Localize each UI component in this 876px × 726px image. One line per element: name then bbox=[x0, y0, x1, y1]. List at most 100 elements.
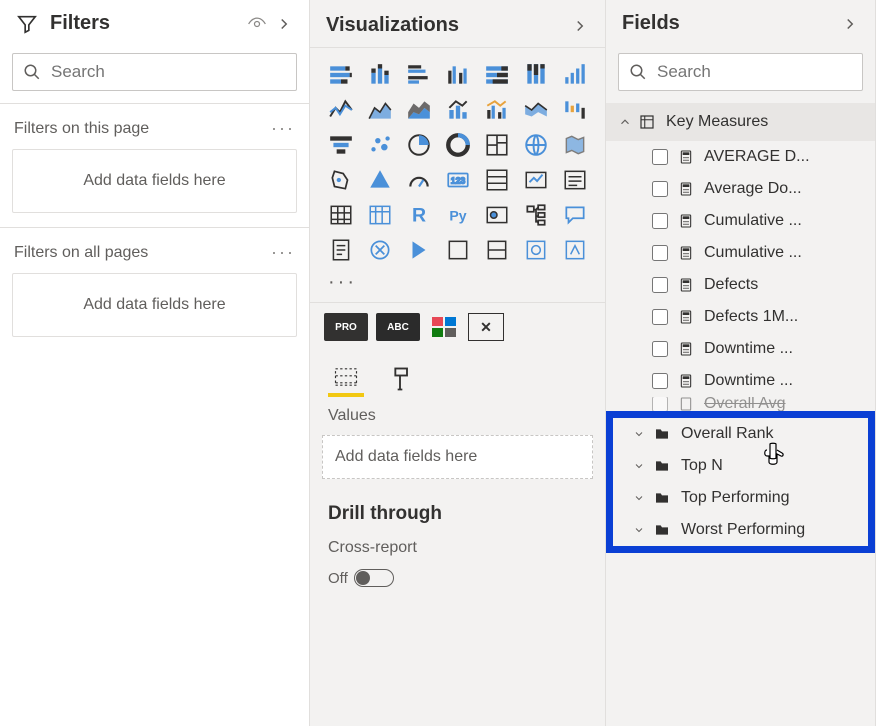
folder-item[interactable]: Top N bbox=[613, 450, 868, 482]
pie-icon[interactable] bbox=[402, 130, 436, 160]
arcgis-icon[interactable] bbox=[363, 235, 397, 265]
viz-more-icon[interactable]: ··· bbox=[310, 269, 605, 302]
viz-title: Visualizations bbox=[326, 14, 563, 37]
area-icon[interactable] bbox=[363, 95, 397, 125]
stacked-bar-100-icon[interactable] bbox=[480, 60, 514, 90]
line-clustered-column-icon[interactable] bbox=[480, 95, 514, 125]
field-item[interactable]: Overall Avg bbox=[606, 397, 875, 411]
field-item[interactable]: AVERAGE D... bbox=[606, 141, 875, 173]
eye-icon[interactable] bbox=[247, 14, 267, 34]
format-tab-icon[interactable] bbox=[382, 361, 418, 397]
field-checkbox[interactable] bbox=[652, 149, 668, 165]
remove-visual-icon[interactable]: ✕ bbox=[468, 313, 504, 341]
field-checkbox[interactable] bbox=[652, 277, 668, 293]
gauge-icon[interactable] bbox=[402, 165, 436, 195]
custom-viz-1-icon[interactable] bbox=[441, 235, 475, 265]
qa-icon[interactable] bbox=[558, 200, 592, 230]
field-item[interactable]: Cumulative ... bbox=[606, 205, 875, 237]
power-apps-icon[interactable] bbox=[402, 235, 436, 265]
filters-this-page-drop[interactable]: Add data fields here bbox=[12, 149, 297, 213]
key-influencers-icon[interactable] bbox=[480, 200, 514, 230]
map-icon[interactable] bbox=[519, 130, 553, 160]
scatter-icon[interactable] bbox=[363, 130, 397, 160]
stacked-bar-icon[interactable] bbox=[324, 60, 358, 90]
stacked-area-icon[interactable] bbox=[402, 95, 436, 125]
field-checkbox[interactable] bbox=[652, 245, 668, 261]
folder-label: Top N bbox=[681, 457, 723, 475]
fields-search-input[interactable] bbox=[657, 62, 876, 82]
field-item[interactable]: Downtime ... bbox=[606, 333, 875, 365]
field-checkbox[interactable] bbox=[652, 341, 668, 357]
custom-viz-4-icon[interactable] bbox=[558, 235, 592, 265]
field-item[interactable]: Defects 1M... bbox=[606, 301, 875, 333]
search-icon bbox=[23, 63, 41, 81]
table-icon bbox=[638, 113, 656, 131]
search-icon bbox=[629, 63, 647, 81]
custom-viz-3-icon[interactable] bbox=[519, 235, 553, 265]
filled-map-icon[interactable] bbox=[558, 130, 592, 160]
stacked-column-icon[interactable] bbox=[363, 60, 397, 90]
folder-item[interactable]: Top Performing bbox=[613, 482, 868, 514]
app-store-icon[interactable] bbox=[428, 313, 460, 341]
table-header[interactable]: Key Measures bbox=[606, 103, 875, 141]
line-icon[interactable] bbox=[324, 95, 358, 125]
field-item[interactable]: Average Do... bbox=[606, 173, 875, 205]
collapse-icon[interactable] bbox=[275, 15, 293, 33]
stacked-column-100-icon[interactable] bbox=[519, 60, 553, 90]
waterfall-icon[interactable] bbox=[558, 95, 592, 125]
field-checkbox[interactable] bbox=[652, 181, 668, 197]
measure-icon bbox=[678, 181, 694, 197]
more-icon[interactable]: ··· bbox=[271, 242, 295, 263]
clustered-column-icon[interactable] bbox=[441, 60, 475, 90]
donut-icon[interactable] bbox=[441, 130, 475, 160]
folder-item[interactable]: Worst Performing bbox=[613, 514, 868, 546]
abc-visual-icon[interactable]: ABC bbox=[376, 313, 420, 341]
funnel-viz-icon[interactable] bbox=[324, 130, 358, 160]
treemap-icon[interactable] bbox=[480, 130, 514, 160]
field-item[interactable]: Defects bbox=[606, 269, 875, 301]
matrix-icon[interactable] bbox=[363, 200, 397, 230]
clustered-bar-icon[interactable] bbox=[402, 60, 436, 90]
values-drop-zone[interactable]: Add data fields here bbox=[322, 435, 593, 479]
multi-row-card-icon[interactable] bbox=[480, 165, 514, 195]
column-sorted-icon[interactable] bbox=[558, 60, 592, 90]
folder-item[interactable]: Overall Rank bbox=[613, 418, 868, 450]
field-checkbox[interactable] bbox=[652, 397, 668, 411]
more-icon[interactable]: ··· bbox=[271, 118, 295, 139]
field-item[interactable]: Cumulative ... bbox=[606, 237, 875, 269]
collapse-icon[interactable] bbox=[841, 15, 859, 33]
measure-icon bbox=[678, 397, 694, 411]
shape-map-icon[interactable] bbox=[324, 165, 358, 195]
line-stacked-column-icon[interactable] bbox=[441, 95, 475, 125]
decomposition-tree-icon[interactable] bbox=[519, 200, 553, 230]
cross-report-toggle[interactable] bbox=[354, 569, 394, 587]
pro-visual-icon[interactable]: PRO bbox=[324, 313, 368, 341]
fields-tab-icon[interactable] bbox=[328, 361, 364, 397]
fields-search[interactable] bbox=[618, 53, 863, 91]
azure-map-icon[interactable] bbox=[363, 165, 397, 195]
custom-viz-2-icon[interactable] bbox=[480, 235, 514, 265]
filters-search[interactable] bbox=[12, 53, 297, 91]
py-visual-icon[interactable]: Py bbox=[441, 200, 475, 230]
field-item[interactable]: Downtime ... bbox=[606, 365, 875, 397]
filters-title: Filters bbox=[50, 12, 239, 35]
ribbon-icon[interactable] bbox=[519, 95, 553, 125]
collapse-icon[interactable] bbox=[571, 17, 589, 35]
kpi-icon[interactable] bbox=[519, 165, 553, 195]
field-checkbox[interactable] bbox=[652, 309, 668, 325]
filters-header: Filters bbox=[0, 0, 309, 45]
field-checkbox[interactable] bbox=[652, 213, 668, 229]
chevron-down-icon bbox=[633, 524, 649, 536]
slicer-icon[interactable] bbox=[558, 165, 592, 195]
filters-this-page-label: Filters on this page bbox=[14, 120, 271, 138]
filters-all-pages-drop[interactable]: Add data fields here bbox=[12, 273, 297, 337]
filters-search-input[interactable] bbox=[51, 62, 286, 82]
folder-label: Top Performing bbox=[681, 489, 790, 507]
r-visual-icon[interactable]: R bbox=[402, 200, 436, 230]
field-checkbox[interactable] bbox=[652, 373, 668, 389]
card-icon[interactable]: 123 bbox=[441, 165, 475, 195]
paginated-report-icon[interactable] bbox=[324, 235, 358, 265]
measures-list: AVERAGE D... Average Do... Cumulative ..… bbox=[606, 141, 875, 411]
measure-icon bbox=[678, 341, 694, 357]
table-icon[interactable] bbox=[324, 200, 358, 230]
